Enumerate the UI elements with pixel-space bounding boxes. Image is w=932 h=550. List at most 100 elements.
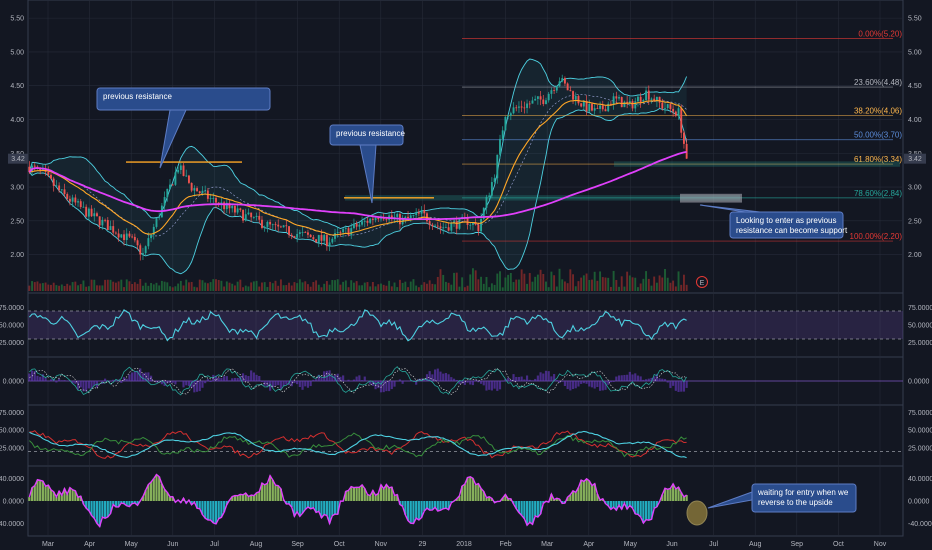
volume-bar [534,276,537,291]
osc-bar [599,381,602,391]
osc-bar [669,381,672,389]
volume-bar [674,286,677,291]
volume-bar [680,284,683,291]
volume-bar [328,284,331,291]
volume-bar [385,285,388,291]
volume-bar [401,282,404,291]
candle-body [612,96,615,105]
volume-bar [515,279,518,291]
osc-bar [642,379,645,381]
osc-bar [566,381,569,390]
candle-body [104,219,107,221]
osc-bar [498,381,502,390]
osc-bar [393,381,396,387]
osc-bar [674,381,677,391]
fib-label: 100.00%(2.20) [850,232,903,241]
candle-body [493,178,496,183]
candle-body [307,232,309,235]
candle-body [628,101,631,103]
volume-bar [106,279,109,291]
y-tick-label-left: 75.0000 [0,410,24,417]
osc-bar [528,379,531,381]
osc-bar [555,380,558,381]
volume-bar [591,279,593,291]
osc-bar [493,381,496,389]
candle-body [674,111,677,116]
candle-body [106,220,109,231]
volume-bar [144,282,147,291]
histogram-bar [644,501,648,520]
x-tick-label: Mar [42,541,55,548]
callout-entry-text: Looking to enter as previous [736,216,837,225]
candle-body [669,104,672,109]
y-tick-label-right: 50.0000 [908,323,932,330]
volume-bar [317,284,320,291]
volume-bar [558,268,561,291]
volume-bar [409,281,412,291]
osc-bar [626,374,629,381]
candle-body [139,245,142,255]
volume-bar [112,281,115,291]
osc-bar [301,381,304,390]
volume-bar [212,279,215,291]
osc-bar [185,381,188,386]
volume-bar [420,284,423,291]
candle-body [144,246,147,254]
candle-body [309,234,312,238]
candle-body [555,86,558,91]
candle-body [158,217,161,219]
osc-bar [593,381,596,389]
volume-bar [490,283,493,291]
histogram-bar [266,483,269,501]
histogram-bar [306,501,310,507]
osc-bar [217,377,220,381]
osc-bar [85,381,88,392]
osc-bar [615,376,618,381]
osc-bar [339,376,342,381]
volume-bar [393,282,396,291]
volume-bar [109,279,112,291]
osc-bar [87,381,90,389]
candle-body [661,102,664,109]
candle-body [382,218,385,220]
osc-bar [620,375,623,381]
volume-bar [279,279,282,291]
candle-body [466,217,469,225]
stock-chart[interactable]: Mar Apr May Jun Jul Aug Sep Oct Nov 29 2018 Feb Mar A… [0,0,932,550]
volume-bar [499,271,501,291]
candle-body [423,210,426,214]
candle-body [320,235,323,241]
candle-body [572,91,574,100]
osc-bar [666,381,669,383]
histogram-bar [204,501,207,519]
osc-bar [247,376,250,381]
candle-body [196,188,199,192]
volume-bar [561,279,564,291]
osc-bar [685,381,688,388]
histogram-bar [636,501,640,515]
volume-bar [131,283,134,291]
volume-bar [36,281,39,291]
entry-marker[interactable] [686,500,708,526]
osc-bar [195,381,199,392]
panel-3 [27,404,904,467]
candle-body [509,113,512,116]
volume-bar [423,282,426,291]
volume-bar [655,282,658,291]
candle-body [355,223,358,227]
candle-body [198,191,201,194]
y-tick-label-left: 50.0000 [0,323,24,330]
volume-bar [185,279,188,291]
volume-bar [347,287,350,291]
volume-bar [628,275,631,291]
volume-bar [52,282,55,291]
volume-bar [301,282,304,291]
volume-bar [439,269,442,291]
candle-body [201,190,204,194]
volume-bar [531,281,534,291]
volume-bar [309,286,312,291]
candle-body [334,233,336,239]
x-tick-label: 2018 [456,541,472,548]
volume-bar [155,282,158,291]
histogram-bar [382,488,385,501]
